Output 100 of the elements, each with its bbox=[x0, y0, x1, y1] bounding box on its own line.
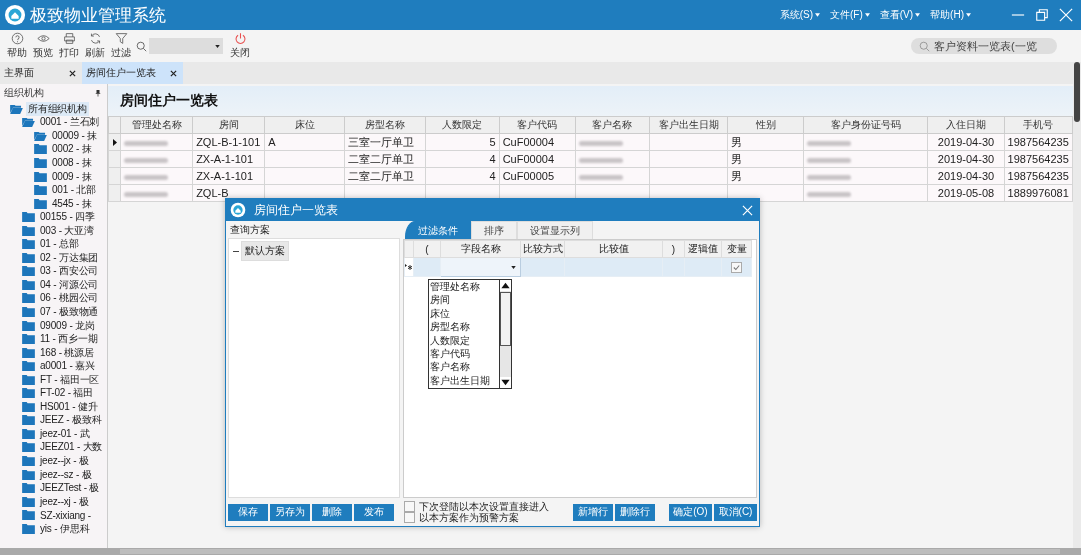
print-button[interactable]: 打印 bbox=[56, 32, 82, 60]
scroll-up-icon[interactable] bbox=[500, 280, 511, 291]
tree-item[interactable]: 4545 - 抹 bbox=[50, 196, 94, 211]
dropdown-option[interactable]: 客户名称 bbox=[429, 360, 499, 374]
tree-item[interactable]: 0002 - 抹 bbox=[50, 142, 94, 157]
tree-item[interactable]: SZ-xixiang - bbox=[38, 509, 93, 521]
tree-item[interactable]: 168 - 桃源居 bbox=[38, 345, 96, 360]
close-icon[interactable] bbox=[170, 69, 177, 77]
tree-item[interactable]: a0001 - 嘉兴 bbox=[38, 359, 97, 374]
restore-icon[interactable] bbox=[1035, 8, 1049, 22]
close-icon[interactable] bbox=[69, 69, 76, 77]
tree-item[interactable]: FT-02 - 福田 bbox=[38, 386, 95, 401]
dialog-button[interactable]: 确定(O) bbox=[669, 503, 712, 521]
close-button[interactable]: 关闭 bbox=[227, 32, 253, 60]
menu-item[interactable]: 文件(F) bbox=[830, 8, 870, 22]
dialog-button[interactable]: 删除 bbox=[312, 503, 352, 521]
scrollbar-thumb[interactable] bbox=[1074, 62, 1080, 122]
dropdown-option[interactable]: 房型名称 bbox=[429, 320, 499, 334]
column-header[interactable]: ) bbox=[662, 240, 685, 258]
menu-item[interactable]: 帮助(H) bbox=[930, 8, 971, 22]
filter-button[interactable]: 过滤 bbox=[108, 32, 134, 60]
column-header[interactable]: 房型名称 bbox=[344, 116, 426, 134]
dropdown-option[interactable]: 人数限定 bbox=[429, 333, 499, 347]
menu-item[interactable]: 系统(S) bbox=[779, 8, 820, 22]
refresh-button[interactable]: 刷新 bbox=[82, 32, 108, 60]
dialog-button[interactable]: 新增行 bbox=[573, 503, 613, 521]
column-header[interactable]: 房间 bbox=[192, 116, 265, 134]
scrollbar-thumb[interactable] bbox=[120, 549, 1060, 554]
column-header[interactable]: 人数限定 bbox=[425, 116, 500, 134]
dropdown-option[interactable]: 床位 bbox=[429, 306, 499, 321]
column-header[interactable]: 客户代码 bbox=[499, 116, 576, 134]
search-field[interactable]: 客户资料一览表(一览 bbox=[911, 38, 1057, 54]
panel-title: 组织机构 bbox=[4, 86, 44, 100]
pin-icon[interactable] bbox=[95, 89, 101, 97]
column-header[interactable]: 管理处名称 bbox=[120, 116, 193, 134]
tree-item[interactable]: 06 - 桃园公司 bbox=[38, 291, 101, 306]
tree-item[interactable]: 03 - 西安公司 bbox=[38, 264, 101, 279]
column-header[interactable]: 性别 bbox=[727, 116, 804, 134]
tree-item[interactable]: 0009 - 抹 bbox=[50, 169, 94, 184]
preview-button[interactable]: 预览 bbox=[30, 32, 56, 60]
table-cell: 1889976081 bbox=[1004, 184, 1073, 202]
tree-item[interactable]: 01 - 总部 bbox=[38, 237, 81, 252]
tree-item[interactable]: 0001 - 兰石刺 bbox=[38, 115, 102, 130]
tree-item[interactable]: 00155 - 四季 bbox=[38, 210, 97, 225]
dialog-button[interactable]: 删除行 bbox=[615, 503, 655, 521]
checkbox[interactable] bbox=[731, 261, 742, 273]
caret-icon bbox=[966, 13, 971, 17]
tab[interactable]: 设置显示列 bbox=[517, 221, 593, 239]
tree-item[interactable]: jeez--xj - 极 bbox=[38, 494, 91, 509]
tree-item[interactable]: jeez-01 - 武 bbox=[38, 426, 92, 441]
tree-item[interactable]: 07 - 极致物通 bbox=[38, 305, 101, 319]
tree-item[interactable]: 003 - 大亚湾 bbox=[38, 223, 96, 238]
tree-item[interactable]: 001 - 北部 bbox=[50, 183, 98, 198]
tree-item[interactable]: 所有组织机构 bbox=[26, 101, 89, 116]
tree-item[interactable]: 11 - 西乡一期 bbox=[38, 332, 100, 347]
scroll-down-icon[interactable] bbox=[500, 377, 511, 388]
column-header[interactable]: 床位 bbox=[264, 116, 345, 134]
tree-item[interactable]: 04 - 河源公司 bbox=[38, 277, 101, 292]
tree-item[interactable]: JEEZ01 - 大数 bbox=[38, 440, 105, 455]
column-header[interactable]: 手机号 bbox=[1004, 116, 1073, 134]
tree-item[interactable]: FT - 福田一区 bbox=[38, 372, 102, 387]
panel-title: 查询方案 bbox=[229, 223, 271, 237]
column-header[interactable]: 客户身份证号码 bbox=[803, 116, 928, 134]
dialog-button[interactable]: 发布 bbox=[354, 503, 394, 521]
tab[interactable]: 过滤条件 bbox=[405, 221, 471, 239]
tree-item[interactable]: jeez--jx - 极 bbox=[38, 454, 91, 468]
dialog-button[interactable]: 保存 bbox=[228, 503, 268, 521]
dropdown-option[interactable]: 客户出生日期 bbox=[429, 373, 499, 388]
tree-item[interactable]: JEEZ - 极致科 bbox=[38, 413, 104, 428]
dropdown-option[interactable]: 房间 bbox=[429, 293, 499, 307]
tree-item[interactable]: HS001 - 健升 bbox=[38, 399, 100, 414]
checkbox[interactable] bbox=[404, 501, 415, 512]
dropdown-option[interactable]: 客户代码 bbox=[429, 346, 499, 361]
blurred-text bbox=[807, 191, 852, 197]
tree-item[interactable]: 02 - 万达集团 bbox=[38, 250, 101, 265]
column-header[interactable]: 字段名称 bbox=[440, 240, 521, 258]
column-header[interactable]: 入住日期 bbox=[927, 116, 1005, 134]
column-header[interactable]: ( bbox=[413, 240, 441, 258]
tree-item[interactable]: 00009 - 抹 bbox=[50, 128, 99, 143]
tree-item[interactable]: yis - 伊思科 bbox=[38, 521, 92, 536]
tree-item[interactable]: 默认方案 bbox=[241, 241, 289, 261]
tree-item[interactable]: JEEZTest - 极 bbox=[38, 481, 102, 496]
column-header[interactable]: 比较值 bbox=[564, 240, 663, 258]
column-header[interactable]: 客户出生日期 bbox=[649, 116, 728, 134]
tree-item[interactable]: 0008 - 抹 bbox=[50, 155, 94, 170]
column-header[interactable]: 变量 bbox=[721, 240, 752, 258]
tree-item[interactable]: 09009 - 龙岗 bbox=[38, 318, 97, 333]
column-header[interactable]: 比较方式 bbox=[520, 240, 565, 258]
tree-item[interactable]: jeez--sz - 极 bbox=[38, 467, 94, 482]
menu-item[interactable]: 查看(V) bbox=[879, 8, 921, 22]
help-button[interactable]: 帮助 bbox=[4, 32, 30, 60]
scrollbar-thumb[interactable] bbox=[500, 292, 511, 346]
tab[interactable]: 房间住户一览表 bbox=[82, 62, 183, 84]
dialog-button[interactable]: 另存为 bbox=[270, 503, 310, 521]
column-header[interactable]: 客户名称 bbox=[575, 116, 650, 134]
checkbox[interactable] bbox=[404, 512, 415, 523]
tab[interactable]: 排序 bbox=[471, 221, 517, 239]
dropdown-option[interactable]: 管理处名称 bbox=[429, 280, 499, 294]
dialog-button[interactable]: 取消(C) bbox=[714, 503, 757, 521]
column-header[interactable]: 逻辑值 bbox=[684, 240, 722, 258]
